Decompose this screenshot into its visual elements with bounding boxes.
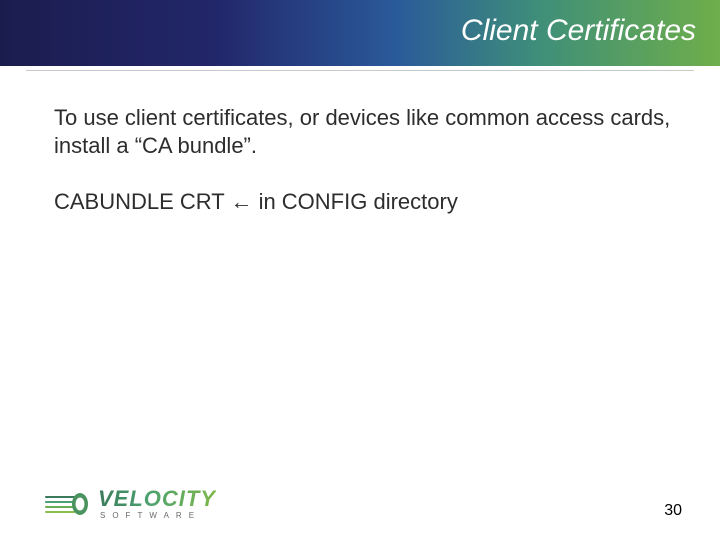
velocity-logo: VELOCITY SOFTWARE [44,488,216,520]
logo-subtext: SOFTWARE [100,512,216,520]
title-bar: Client Certificates [0,0,720,66]
paragraph-1: To use client certificates, or devices l… [54,104,682,160]
body-text: To use client certificates, or devices l… [54,104,682,244]
velocity-mark-icon [44,491,90,517]
paragraph-2: CABUNDLE CRT ← in CONFIG directory [54,188,682,216]
slide: Client Certificates To use client certif… [0,0,720,540]
velocity-logo-text: VELOCITY SOFTWARE [98,488,216,520]
logo-word: VELOCITY [98,488,216,510]
page-number: 30 [664,502,682,520]
divider [26,70,694,71]
slide-title: Client Certificates [461,14,696,48]
